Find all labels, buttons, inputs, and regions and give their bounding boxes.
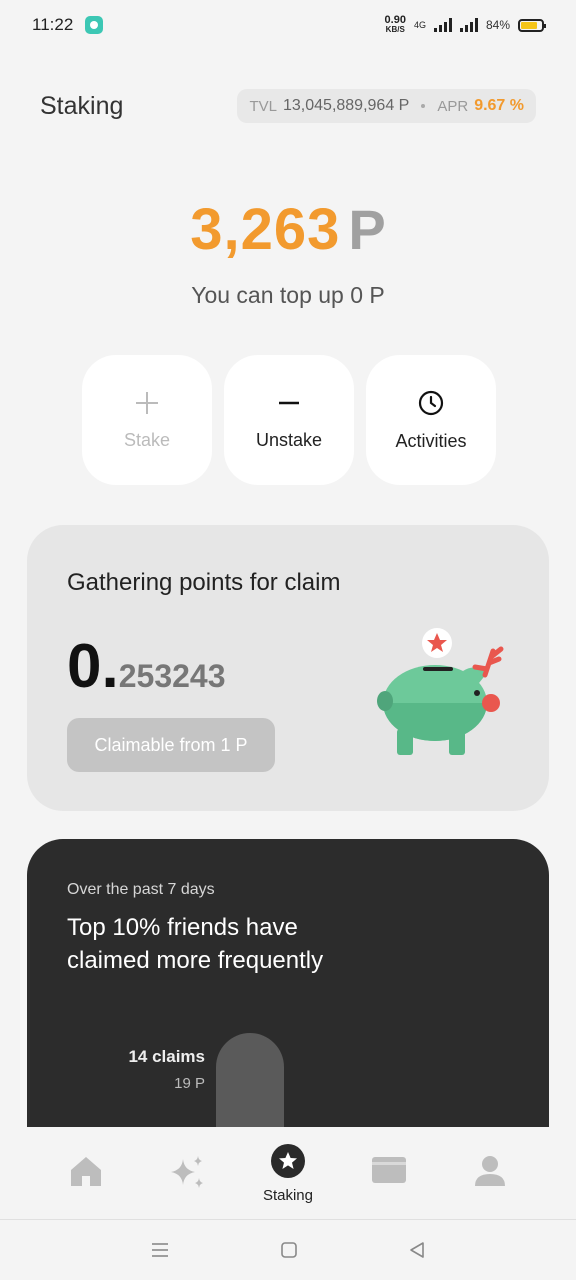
activities-label: Activities [395,430,467,451]
friends-card: Over the past 7 days Top 10% friends hav… [27,839,549,1139]
apr-label: APR [437,97,469,115]
network-speed: 0.90 KB/S [384,14,406,35]
topup-text: You can top up 0 P [191,282,385,308]
bar-points: 19 P [174,1075,205,1092]
status-bar: 11:22 0.90 KB/S 4G 84% [0,0,576,50]
stake-button[interactable]: Stake [82,355,212,485]
star-circle-icon [270,1144,305,1178]
balance-amount: 3,263 [190,197,341,262]
piggy-bank-icon [377,628,504,755]
signal-2-icon [459,18,478,32]
tvl-label: TVL [249,97,277,115]
friends-subtitle: Over the past 7 days [67,881,215,898]
message-notification-icon [85,16,104,34]
tvl-value: 13,045,889,964 P [283,97,410,114]
claim-title: Gathering points for claim [67,569,341,596]
wallet-icon [371,1157,406,1183]
bar-label: 14 claims 19 P [128,1047,205,1092]
nav-profile[interactable] [450,1155,530,1187]
sparkle-icon [171,1156,204,1188]
battery-icon [518,18,546,32]
profile-icon [474,1156,505,1186]
clock-icon [418,390,444,415]
nav-wallet[interactable] [349,1155,429,1185]
signal-icon [433,18,452,32]
claim-card: Gathering points for claim 0. 253243 Clai… [27,525,549,811]
claims-bar [216,1033,284,1139]
separator-dot [421,104,426,108]
unstake-label: Unstake [255,429,323,450]
nav-sparkle[interactable] [147,1155,227,1189]
home-square-icon[interactable] [280,1241,298,1259]
stats-pill: TVL 13,045,889,964 P APR 9.67 % [237,89,536,123]
stake-label: Stake [123,429,171,450]
system-nav-bar [0,1219,576,1280]
claims-bar-chart: 14 claims 19 P [27,1033,549,1139]
staked-balance: 3,263 P [0,196,576,263]
page-title: Staking [40,91,124,120]
minus-icon [279,401,299,404]
network-type: 4G [413,20,426,30]
friends-title: Top 10% friends have claimed more freque… [67,914,324,974]
nav-staking[interactable]: Staking [248,1143,328,1204]
clock-time: 11:22 [32,15,74,34]
claim-value-dec: 253243 [118,658,226,694]
battery-percent: 84% [485,18,510,32]
activities-button[interactable]: Activities [366,355,496,485]
claim-button[interactable]: Claimable from 1 P [67,718,275,772]
unstake-button[interactable]: Unstake [224,355,354,485]
claim-value-int: 0. [67,632,119,701]
action-buttons: Stake Unstake Activities [82,355,496,485]
apr-value: 9.67 % [474,97,524,114]
bottom-nav: Staking [0,1127,576,1219]
menu-icon[interactable] [150,1241,170,1259]
back-icon[interactable] [408,1241,426,1259]
header: Staking TVL 13,045,889,964 P APR 9.67 % [40,86,536,126]
home-icon [71,1157,102,1186]
plus-icon [136,391,158,414]
nav-home[interactable] [46,1155,126,1187]
balance-unit: P [348,198,386,261]
bar-claims: 14 claims [128,1047,205,1066]
nav-staking-label: Staking [262,1187,313,1204]
